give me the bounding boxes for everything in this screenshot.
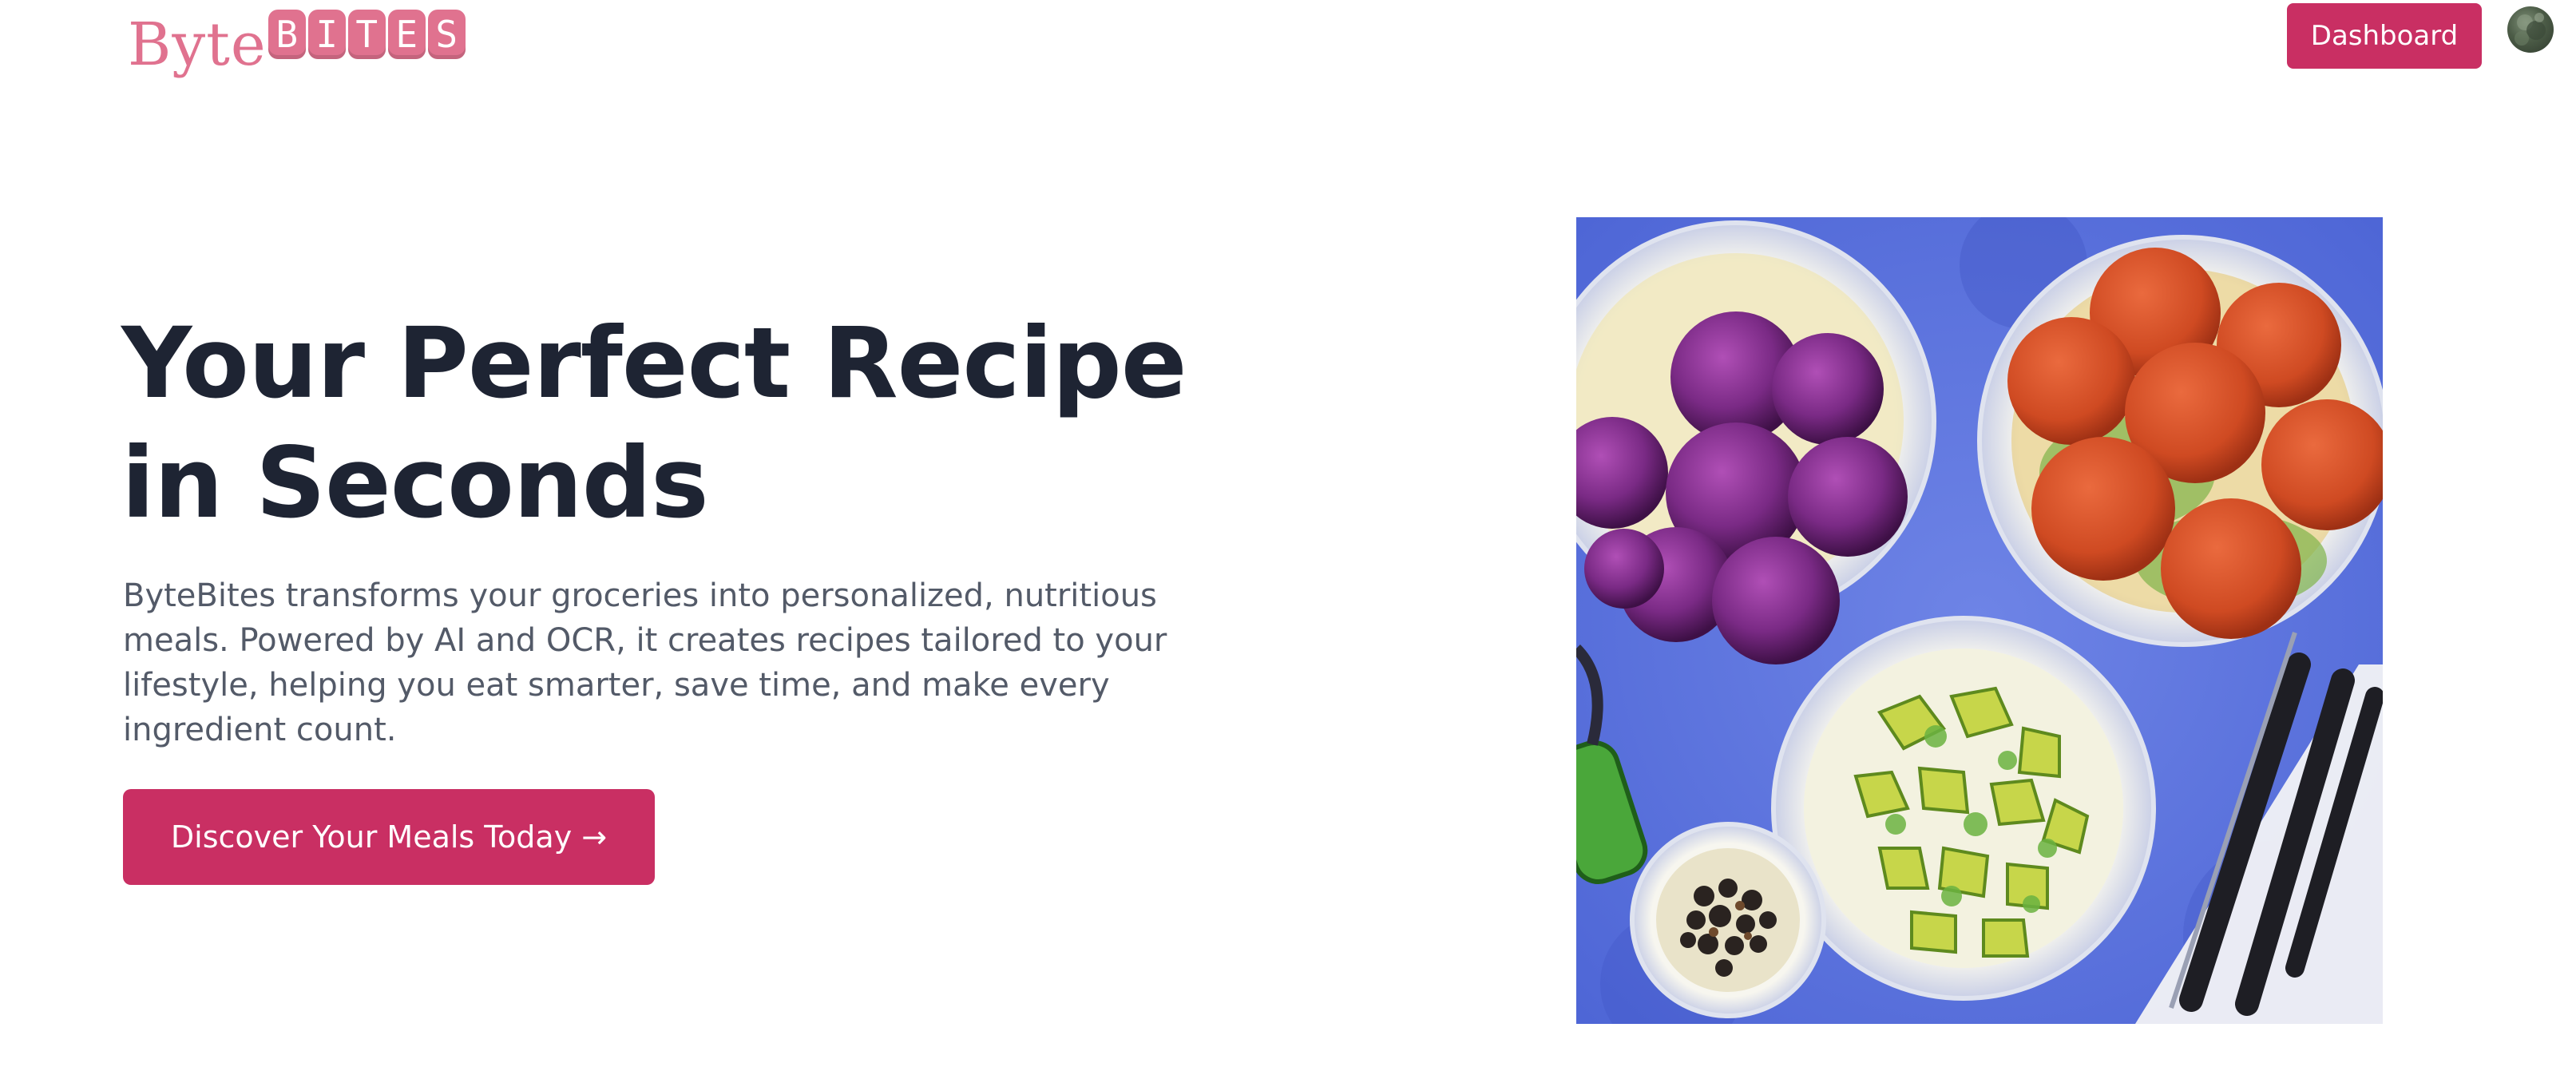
dashboard-button[interactable]: Dashboard — [2287, 3, 2482, 69]
logo-tile: E — [387, 10, 426, 59]
user-avatar-icon[interactable] — [2507, 6, 2554, 53]
hero-description: ByteBites transforms your groceries into… — [123, 577, 1167, 748]
logo-tile: B — [268, 10, 306, 59]
hero-food-illustration — [1576, 217, 2383, 1024]
logo-tiles: B I T E S — [268, 10, 466, 59]
bytebites-logo[interactable]: Byte B I T E S — [128, 8, 466, 79]
logo-tile: T — [347, 10, 386, 59]
logo-tile: I — [307, 10, 346, 59]
logo-wordmark: Byte — [128, 10, 267, 79]
hero-title: Your Perfect Recipe in Seconds — [121, 307, 1187, 540]
discover-meals-button[interactable]: Discover Your Meals Today → — [123, 789, 655, 885]
logo-tile: S — [427, 10, 466, 59]
landing-page: Byte B I T E S Dashboard Your Perfect Re… — [0, 0, 2576, 1075]
